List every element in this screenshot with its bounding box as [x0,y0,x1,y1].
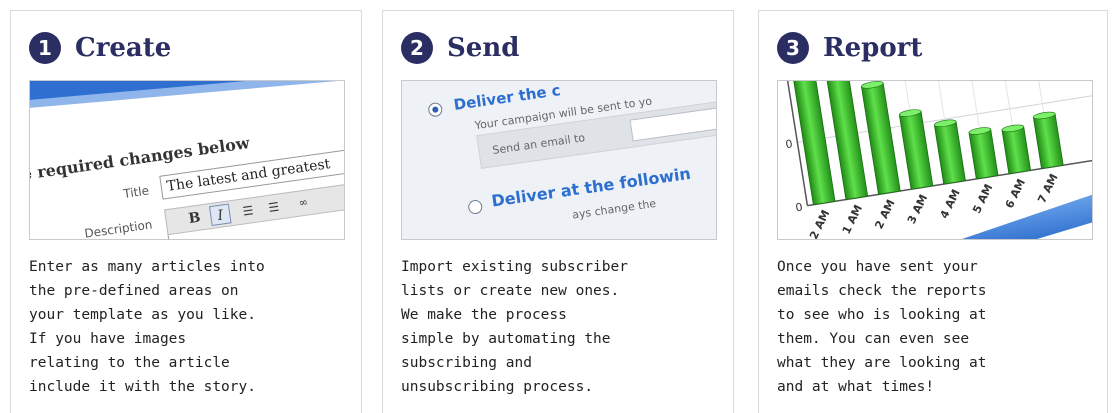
description-line: Enter as many articles into [29,259,265,275]
title-label: Title [122,183,150,201]
description-line: your template as you like. [29,307,256,323]
description-line: simple by automating the [401,331,611,347]
report-preview-image: 0 0 12 AM 1 AM 2 AM 3 AM 4 AM 5 AM 6 AM 7 AM [777,80,1093,240]
chart-bar [1001,126,1032,175]
delivery-option-heading: Deliver at the followin [490,163,692,211]
x-tick-label: 7 AM [1035,172,1060,206]
italic-icon: I [208,203,232,227]
description-line: the pre-defined areas on [29,283,239,299]
delivery-option-text: ays change the [571,196,657,222]
x-tick-label: 3 AM [905,192,930,226]
description-line: and at what times! [777,379,935,395]
step-header: 1 Create [29,31,171,65]
ordered-list-icon: ☰ [241,203,255,219]
x-tick-label: 2 AM [872,198,897,232]
chart-bar [968,128,999,180]
description-line: what they are looking at [777,355,987,371]
description-line: subscribing and [401,355,532,371]
create-preview-image: e required changes below Title The lates… [29,80,345,240]
chart-bar [933,121,966,185]
step-number-badge: 2 [401,32,433,64]
description-line: We make the process [401,307,567,323]
chart-bar [860,82,901,195]
step-number-badge: 3 [777,32,809,64]
description-line: to see who is looking at [777,307,987,323]
step-card-report: 3 Report 0 0 12 AM 1 AM 2 AM 3 AM 4 AM 5 AM 6 AM… [758,10,1108,413]
report-chart: 0012 AM 1 AM 2 AM 3 AM 4 AM 5 AM 6 AM 7 AM [784,81,1092,240]
description-line: unsubscribing process. [401,379,594,395]
chart-bar [825,81,869,201]
y-tick-label: 0 [785,137,794,151]
description-line: If you have images [29,331,187,347]
description-line: relating to the article [29,355,230,371]
step-header: 2 Send [401,31,519,65]
description-line: lists or create new ones. [401,283,620,299]
delivery-form: Deliver the c Your campaign will be sent… [402,81,716,239]
decorative-band [912,183,1092,239]
x-tick-label: 5 AM [970,182,995,216]
unordered-list-icon: ☰ [267,199,281,215]
step-description: Import existing subscriber lists or crea… [401,255,721,399]
chart-bar [898,110,934,190]
description-line: Import existing subscriber [401,259,628,275]
x-tick-label: 12 AM [804,208,833,240]
editor-form: e required changes below Title The lates… [30,81,344,240]
chart-bar [792,81,836,206]
link-icon: ∞ [297,195,309,210]
description-line: emails check the reports [777,283,987,299]
step-header: 3 Report [777,31,922,65]
description-line: Once you have sent your [777,259,978,275]
radio-unselected-icon [467,199,484,215]
step-card-send: 2 Send Deliver the c Your campaign will … [382,10,734,413]
radio-selected-icon [427,101,444,118]
bold-icon: B [187,209,202,228]
x-tick-label: 1 AM [840,203,865,237]
x-tick-label: 4 AM [938,187,963,221]
send-preview-image: Deliver the c Your campaign will be sent… [401,80,717,240]
step-description: Enter as many articles into the pre-defi… [29,255,349,399]
description-label: Description [83,217,154,240]
description-line: them. You can even see [777,331,970,347]
step-title: Create [75,33,172,63]
step-number-badge: 1 [29,32,61,64]
chart-bar [1032,113,1064,170]
step-description: Once you have sent your emails check the… [777,255,1097,399]
step-title: Report [823,33,923,63]
description-line: include it with the story. [29,379,256,395]
step-title: Send [447,33,520,63]
y-tick-label: 0 [795,201,804,215]
step-card-create: 1 Create e required changes below Title … [10,10,362,413]
x-tick-label: 6 AM [1003,177,1028,211]
